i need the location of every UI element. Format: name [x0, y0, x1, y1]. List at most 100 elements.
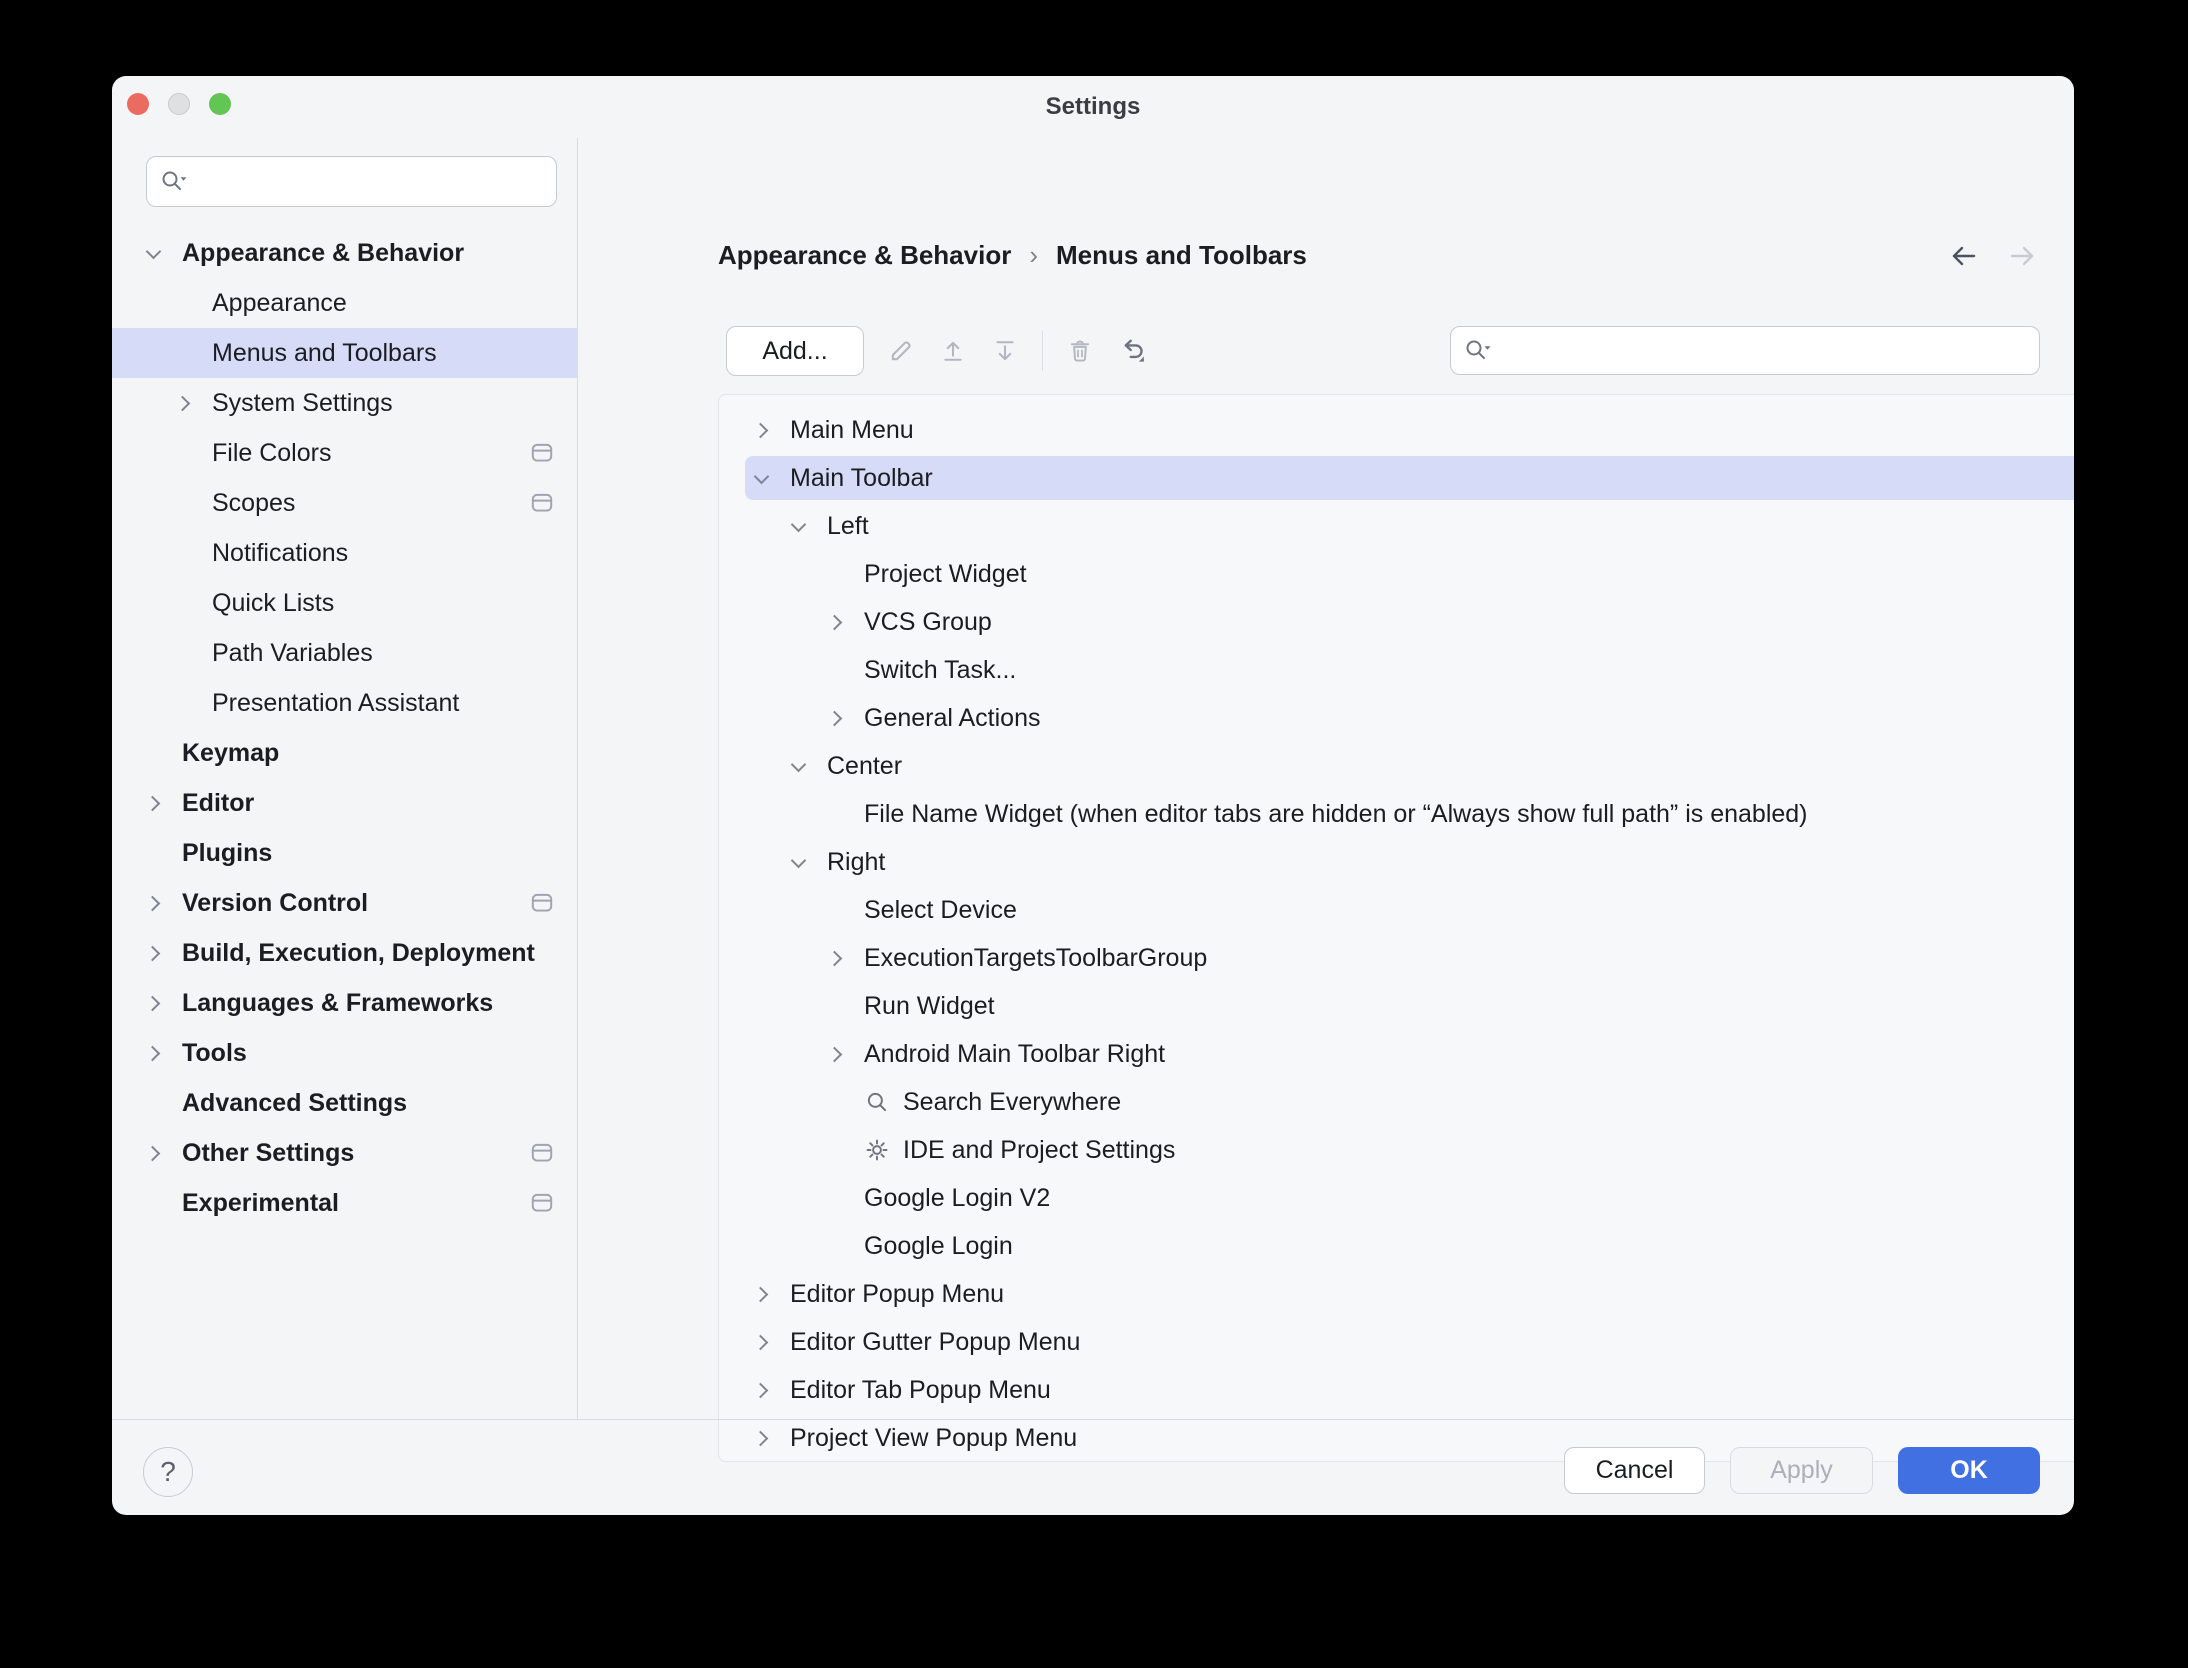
sidebar-item-build-execution-deployment[interactable]: Build, Execution, Deployment	[112, 928, 577, 978]
tree-row-android-main-toolbar-right[interactable]: Android Main Toolbar Right	[745, 1032, 2074, 1076]
tree-row-execution-targets-toolbar-group[interactable]: ExecutionTargetsToolbarGroup	[745, 936, 2074, 980]
tree-row-left[interactable]: Left	[745, 504, 2074, 548]
sidebar-item-tools[interactable]: Tools	[112, 1028, 577, 1078]
tree-row-editor-tab-popup-menu[interactable]: Editor Tab Popup Menu	[745, 1368, 2074, 1412]
chevron-right-icon[interactable]	[822, 945, 848, 971]
chevron-down-icon[interactable]	[748, 465, 774, 491]
sidebar-item-experimental[interactable]: Experimental	[112, 1178, 577, 1228]
move-down-icon	[991, 337, 1019, 365]
settings-dialog: Settings Appearance & Behavior Appearanc…	[112, 76, 2074, 1515]
sidebar-item-path-variables[interactable]: Path Variables	[112, 628, 577, 678]
tree-row-vcs-group[interactable]: VCS Group	[745, 600, 2074, 644]
sidebar-item-quick-lists[interactable]: Quick Lists	[112, 578, 577, 628]
breadcrumb-appearance-behavior[interactable]: Appearance & Behavior	[718, 240, 1011, 271]
sidebar-search-input[interactable]	[197, 167, 544, 197]
tree-search-field[interactable]	[1450, 326, 2040, 375]
chevron-right-icon[interactable]	[170, 390, 196, 416]
chevron-right-icon[interactable]	[140, 790, 166, 816]
breadcrumb-separator: ›	[1029, 240, 1038, 271]
sidebar-item-other-settings[interactable]: Other Settings	[112, 1128, 577, 1178]
search-icon	[159, 168, 189, 196]
pencil-icon	[887, 337, 915, 365]
chevron-right-icon[interactable]	[140, 1140, 166, 1166]
tree-row-main-menu[interactable]: Main Menu	[745, 408, 2074, 452]
chevron-right-icon[interactable]	[140, 890, 166, 916]
back-button[interactable]	[1946, 238, 1982, 274]
chevron-down-icon[interactable]	[785, 513, 811, 539]
remove-button[interactable]	[1065, 336, 1095, 366]
minimize-window-button[interactable]	[168, 93, 190, 115]
trash-icon	[1066, 337, 1094, 365]
chevron-right-icon[interactable]	[748, 1281, 774, 1307]
tree-row-project-widget[interactable]: Project Widget	[745, 552, 2074, 596]
sidebar-item-advanced-settings[interactable]: Advanced Settings	[112, 1078, 577, 1128]
restore-defaults-button[interactable]	[1117, 336, 1147, 366]
tree-row-general-actions[interactable]: General Actions	[745, 696, 2074, 740]
menus-toolbars-tree: Main Menu Main Toolbar Left Project Widg…	[718, 394, 2074, 1462]
search-icon	[1463, 337, 1493, 365]
tree-row-main-toolbar[interactable]: Main Toolbar	[745, 456, 2074, 500]
sidebar-item-notifications[interactable]: Notifications	[112, 528, 577, 578]
search-icon	[864, 1089, 890, 1115]
help-button[interactable]: ?	[143, 1447, 193, 1497]
zoom-window-button[interactable]	[209, 93, 231, 115]
add-button[interactable]: Add...	[726, 326, 864, 376]
tree-row-google-login[interactable]: Google Login	[745, 1224, 2074, 1268]
tree-row-file-name-widget[interactable]: File Name Widget (when editor tabs are h…	[745, 792, 2074, 836]
sidebar-item-system-settings[interactable]: System Settings	[112, 378, 577, 428]
sidebar-item-menus-and-toolbars[interactable]: Menus and Toolbars	[112, 328, 577, 378]
sidebar-item-file-colors[interactable]: File Colors	[112, 428, 577, 478]
forward-button[interactable]	[2004, 238, 2040, 274]
chevron-right-icon[interactable]	[748, 1329, 774, 1355]
tree-row-select-device[interactable]: Select Device	[745, 888, 2074, 932]
tree-row-run-widget[interactable]: Run Widget	[745, 984, 2074, 1028]
tree-row-ide-and-project-settings[interactable]: IDE and Project Settings	[745, 1128, 2074, 1172]
ok-button[interactable]: OK	[1898, 1447, 2040, 1494]
chevron-right-icon[interactable]	[822, 609, 848, 635]
chevron-down-icon[interactable]	[785, 753, 811, 779]
tree-toolbar: Add...	[726, 326, 2040, 376]
tree-row-editor-gutter-popup-menu[interactable]: Editor Gutter Popup Menu	[745, 1320, 2074, 1364]
tree-row-switch-task[interactable]: Switch Task...	[745, 648, 2074, 692]
edit-button[interactable]	[886, 336, 916, 366]
sidebar-item-keymap[interactable]: Keymap	[112, 728, 577, 778]
chevron-right-icon[interactable]	[140, 990, 166, 1016]
chevron-right-icon[interactable]	[748, 417, 774, 443]
project-settings-icon	[529, 1190, 555, 1216]
tree-row-center[interactable]: Center	[745, 744, 2074, 788]
main-panel: Appearance & Behavior › Menus and Toolba…	[578, 138, 2074, 1419]
sidebar-item-editor[interactable]: Editor	[112, 778, 577, 828]
chevron-down-icon[interactable]	[785, 849, 811, 875]
arrow-right-icon	[2005, 239, 2039, 273]
chevron-right-icon[interactable]	[748, 1377, 774, 1403]
sidebar-item-presentation-assistant[interactable]: Presentation Assistant	[112, 678, 577, 728]
sidebar-item-scopes[interactable]: Scopes	[112, 478, 577, 528]
tree-search-input[interactable]	[1501, 336, 2027, 366]
breadcrumb-menus-and-toolbars: Menus and Toolbars	[1056, 240, 1307, 271]
sidebar-item-languages-frameworks[interactable]: Languages & Frameworks	[112, 978, 577, 1028]
chevron-down-icon[interactable]	[140, 240, 166, 266]
move-up-button[interactable]	[938, 336, 968, 366]
chevron-right-icon[interactable]	[140, 940, 166, 966]
sidebar-search-field[interactable]	[146, 156, 557, 207]
project-settings-icon	[529, 890, 555, 916]
chevron-right-icon[interactable]	[140, 1040, 166, 1066]
sidebar-item-plugins[interactable]: Plugins	[112, 828, 577, 878]
chevron-right-icon[interactable]	[822, 705, 848, 731]
settings-sidebar: Appearance & Behavior Appearance Menus a…	[112, 138, 577, 1419]
footer-bar: ? Cancel Apply OK	[112, 1420, 2074, 1515]
cancel-button[interactable]: Cancel	[1564, 1447, 1705, 1494]
project-settings-icon	[529, 440, 555, 466]
move-down-button[interactable]	[990, 336, 1020, 366]
apply-button[interactable]: Apply	[1730, 1447, 1873, 1494]
sidebar-item-appearance-behavior[interactable]: Appearance & Behavior	[112, 228, 577, 278]
chevron-right-icon[interactable]	[822, 1041, 848, 1067]
sidebar-item-version-control[interactable]: Version Control	[112, 878, 577, 928]
tree-row-right[interactable]: Right	[745, 840, 2074, 884]
close-window-button[interactable]	[127, 93, 149, 115]
revert-icon	[1117, 336, 1147, 366]
tree-row-google-login-v2[interactable]: Google Login V2	[745, 1176, 2074, 1220]
sidebar-item-appearance[interactable]: Appearance	[112, 278, 577, 328]
tree-row-editor-popup-menu[interactable]: Editor Popup Menu	[745, 1272, 2074, 1316]
tree-row-search-everywhere[interactable]: Search Everywhere	[745, 1080, 2074, 1124]
